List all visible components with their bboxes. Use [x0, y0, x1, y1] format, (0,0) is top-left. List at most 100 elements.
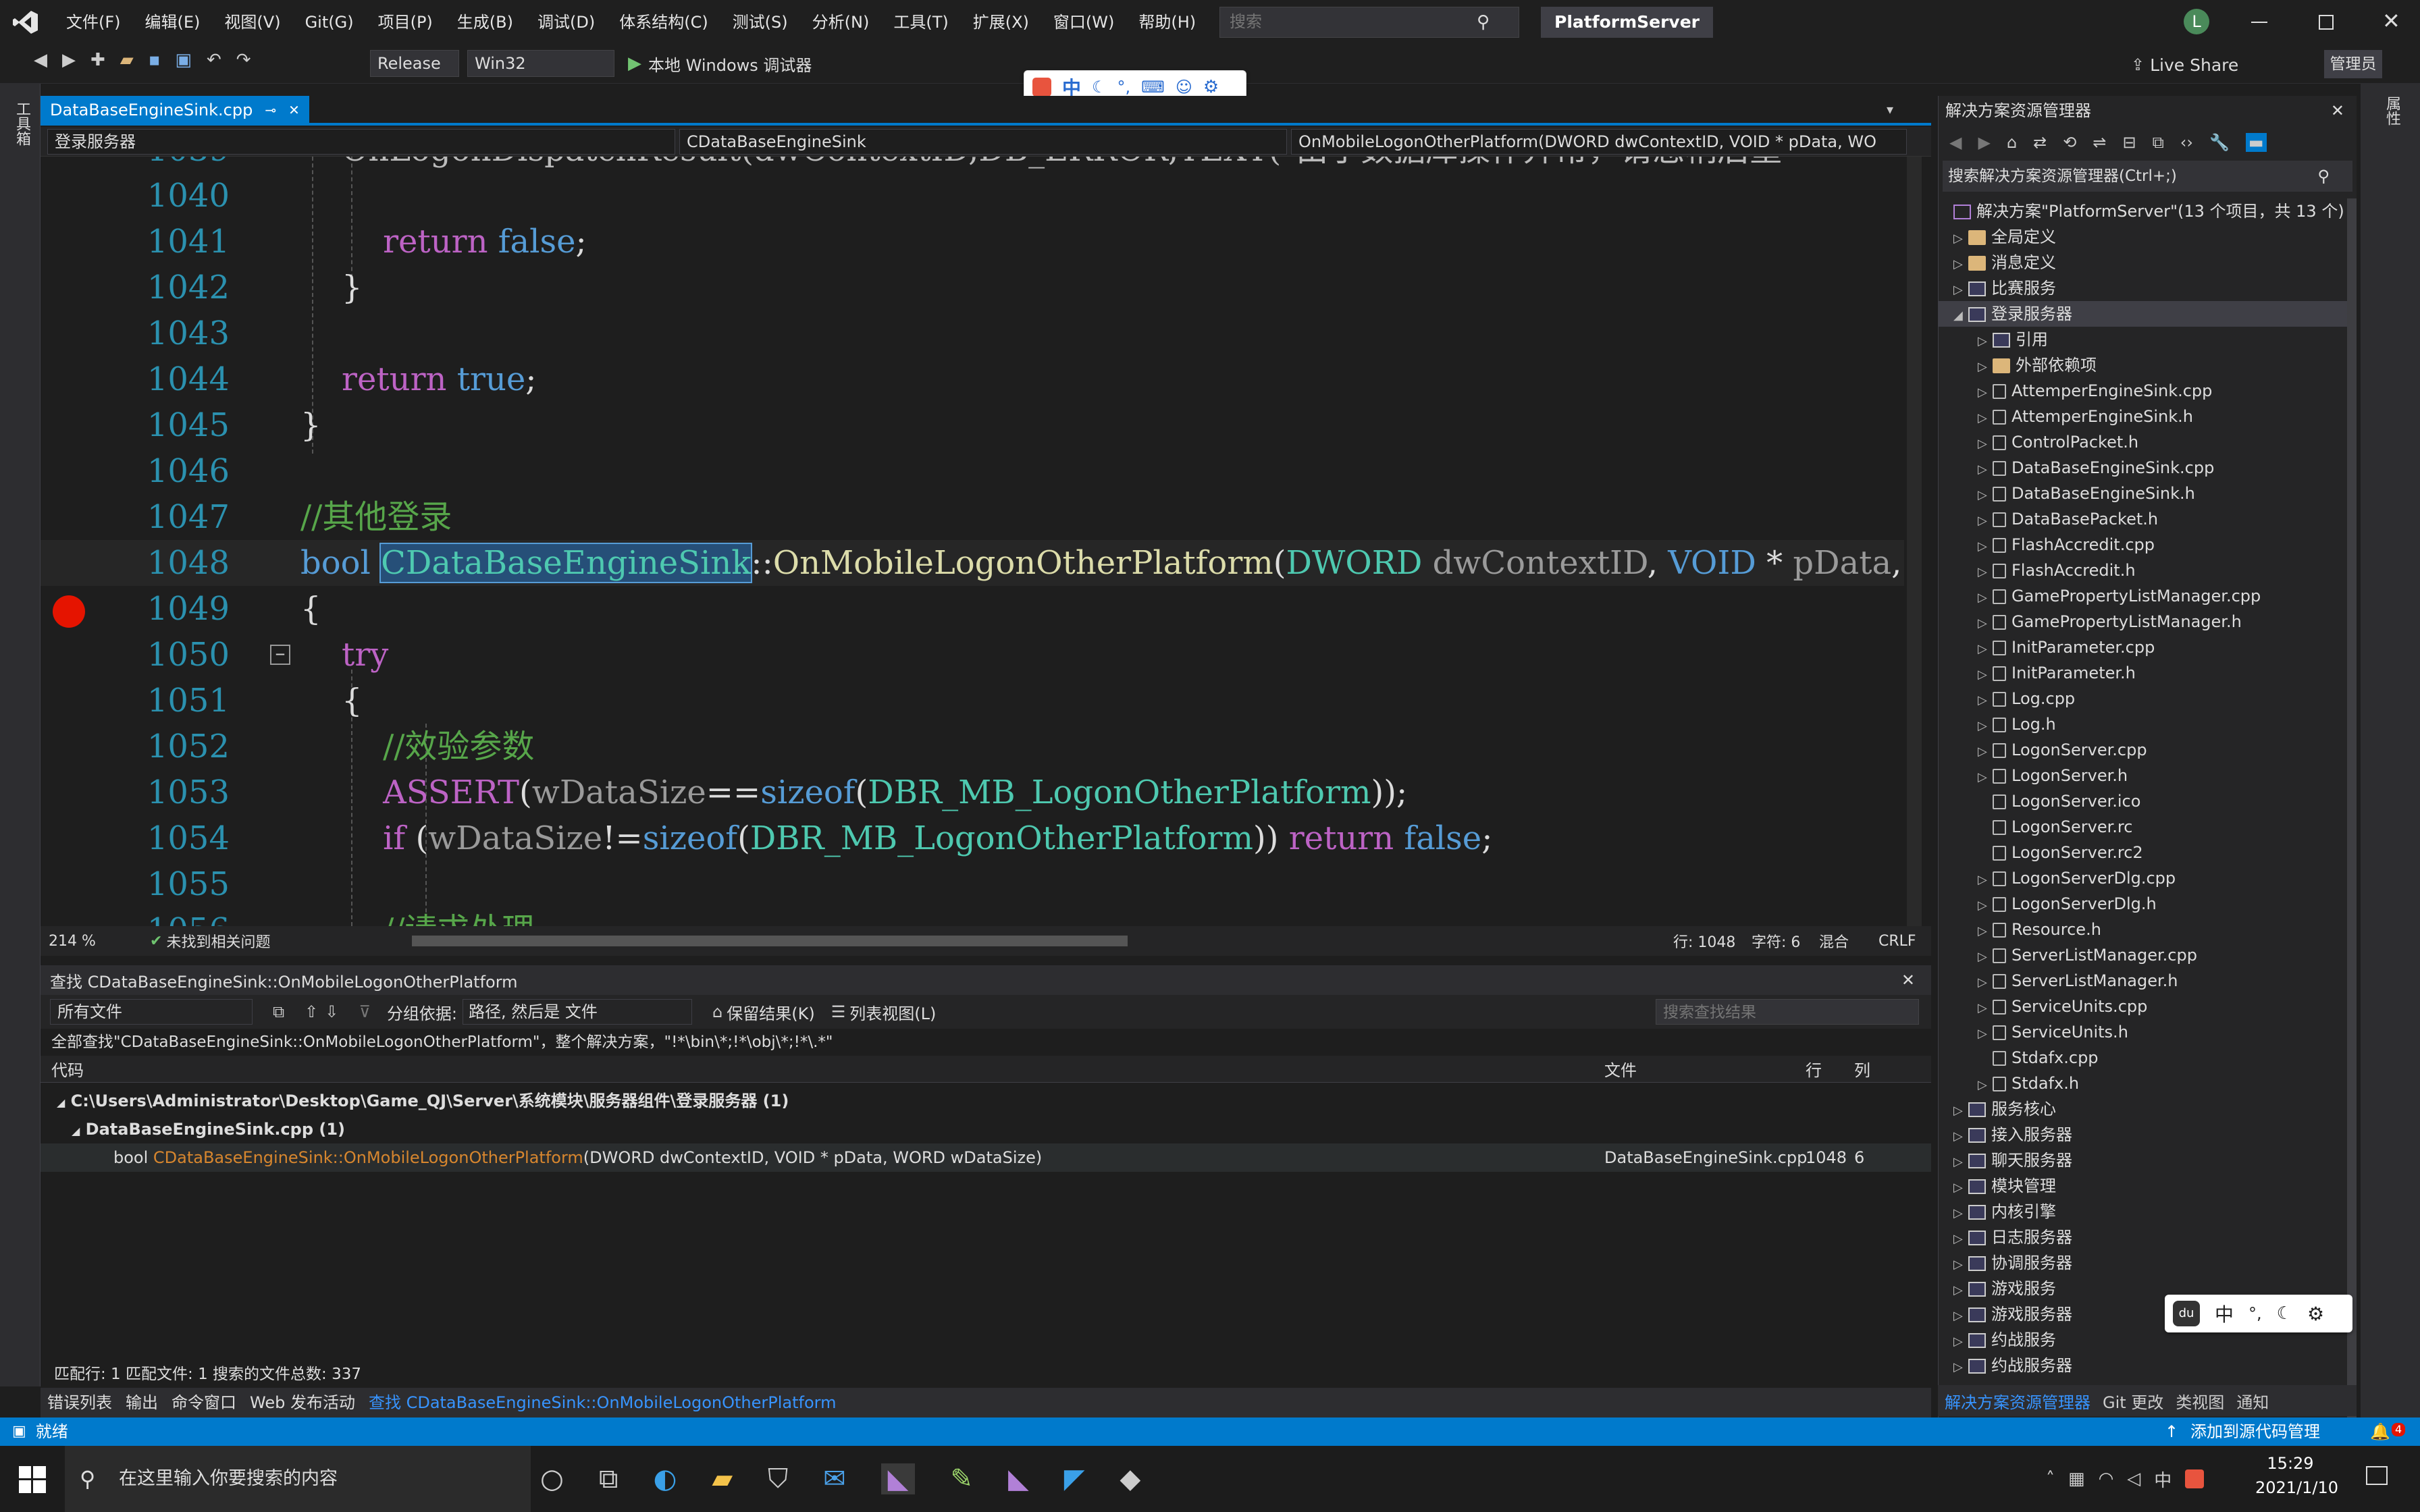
- pin-icon[interactable]: ⊸: [265, 96, 276, 124]
- tree-item[interactable]: ▷ GamePropertyListManager.cpp: [1939, 583, 2352, 609]
- expand-arrow-icon[interactable]: ▷: [1978, 534, 1993, 560]
- tree-item[interactable]: ▷ LogonServer.h: [1939, 763, 2352, 788]
- keep-results-toggle[interactable]: 保留结果(K): [727, 1000, 814, 1024]
- properties-icon[interactable]: 🔧: [2209, 133, 2230, 152]
- tree-item[interactable]: LogonServer.ico: [1939, 788, 2352, 814]
- tab-find-results[interactable]: 查找 CDataBaseEngineSink::OnMobileLogonOth…: [362, 1388, 843, 1418]
- save-icon[interactable]: ▪: [149, 50, 161, 70]
- tree-item[interactable]: ▷ Log.h: [1939, 711, 2352, 737]
- tree-item[interactable]: ▷ AttemperEngineSink.cpp: [1939, 378, 2352, 404]
- edge-icon[interactable]: ◐: [653, 1463, 677, 1494]
- expand-icon[interactable]: ⇧: [305, 1002, 318, 1021]
- panel-close-icon[interactable]: ✕: [1901, 971, 1915, 990]
- tab-databaseenginesink-cpp[interactable]: DataBaseEngineSink.cpp ⊸ ✕: [41, 96, 309, 124]
- expand-arrow-icon[interactable]: ▷: [1953, 1098, 1968, 1124]
- se-close-icon[interactable]: ✕: [2331, 96, 2344, 126]
- tab-git-changes[interactable]: Git 更改: [2103, 1389, 2163, 1413]
- vscode-icon[interactable]: ◤: [1064, 1463, 1085, 1494]
- search-icon[interactable]: ⚲: [2317, 161, 2330, 192]
- tree-item[interactable]: ▷ FlashAccredit.cpp: [1939, 532, 2352, 558]
- expand-arrow-icon[interactable]: ▷: [1953, 252, 1968, 277]
- expand-arrow-icon[interactable]: ▷: [1953, 1226, 1968, 1252]
- expand-arrow-icon[interactable]: ▷: [1978, 944, 1993, 970]
- nav-member-dropdown[interactable]: OnMobileLogonOtherPlatform(DWORD dwConte…: [1291, 129, 1907, 155]
- expand-arrow-icon[interactable]: ◢: [1953, 303, 1968, 329]
- minimize-icon[interactable]: [2251, 22, 2267, 23]
- switch-view-icon[interactable]: ⇄: [2033, 133, 2047, 152]
- settings-icon[interactable]: ⚙: [1203, 77, 1219, 97]
- cortana-icon[interactable]: ○: [540, 1463, 564, 1494]
- eol-indicator[interactable]: CRLF: [1878, 933, 1916, 950]
- tree-item[interactable]: LogonServer.rc: [1939, 814, 2352, 840]
- mail-icon[interactable]: ✉: [823, 1463, 846, 1494]
- tree-item[interactable]: ▷ DataBaseEngineSink.h: [1939, 481, 2352, 506]
- visual-studio-2-icon[interactable]: ◣: [1008, 1463, 1029, 1494]
- expand-arrow-icon[interactable]: ▷: [1953, 1303, 1968, 1329]
- expand-arrow-icon[interactable]: ▷: [1978, 1021, 1993, 1047]
- expand-arrow-icon[interactable]: ▷: [1953, 1329, 1968, 1355]
- menu-edit[interactable]: 编辑(E): [133, 0, 213, 45]
- moon-icon[interactable]: ☾: [1092, 78, 1107, 97]
- redo-icon[interactable]: ↷: [236, 50, 251, 70]
- tree-item[interactable]: ▷ ServerListManager.h: [1939, 968, 2352, 994]
- user-avatar[interactable]: L: [2184, 9, 2209, 34]
- list-view-toggle[interactable]: 列表视图(L): [849, 1000, 936, 1024]
- find-results-search[interactable]: [1656, 999, 1919, 1025]
- tree-item[interactable]: Stdafx.cpp: [1939, 1045, 2352, 1071]
- expand-arrow-icon[interactable]: ▷: [1978, 637, 1993, 662]
- tab-web-publish[interactable]: Web 发布活动: [243, 1388, 362, 1418]
- expand-arrow-icon[interactable]: ▷: [1953, 1355, 1968, 1380]
- wifi-icon[interactable]: ◠: [2099, 1469, 2114, 1489]
- tree-item[interactable]: ▷ LogonServerDlg.cpp: [1939, 865, 2352, 891]
- menu-extensions[interactable]: 扩展(X): [961, 0, 1041, 45]
- nav-class-dropdown[interactable]: CDataBaseEngineSink: [679, 129, 1287, 155]
- expand-arrow-icon[interactable]: ▷: [1978, 508, 1993, 534]
- tree-item[interactable]: ▷ ServerListManager.cpp: [1939, 942, 2352, 968]
- sync-icon[interactable]: ⇌: [2093, 133, 2106, 152]
- tree-item[interactable]: ▷ Resource.h: [1939, 917, 2352, 942]
- show-all-icon[interactable]: ⧉: [2153, 133, 2164, 152]
- tree-item[interactable]: ◢ 登录服务器: [1939, 301, 2352, 327]
- config-select[interactable]: Release: [370, 50, 459, 77]
- taskbar-clock[interactable]: 15:29 2021/1/10: [2255, 1451, 2338, 1500]
- menu-test[interactable]: 测试(S): [720, 0, 800, 45]
- menu-window[interactable]: 窗口(W): [1041, 0, 1126, 45]
- save-all-icon[interactable]: ▣: [175, 50, 192, 70]
- tray-app-icon[interactable]: ▦: [2068, 1469, 2085, 1489]
- menu-build[interactable]: 生成(B): [445, 0, 525, 45]
- tab-notifications[interactable]: 通知: [2236, 1389, 2269, 1413]
- tree-item[interactable]: ▷ 比赛服务: [1939, 275, 2352, 301]
- scope-select[interactable]: 所有文件: [50, 999, 253, 1025]
- ime-du-icon[interactable]: du: [2173, 1301, 2200, 1326]
- expand-arrow-icon[interactable]: ▷: [1978, 739, 1993, 765]
- tree-item[interactable]: ▷ 外部依赖项: [1939, 352, 2352, 378]
- tab-output[interactable]: 输出: [119, 1388, 165, 1418]
- expand-arrow-icon[interactable]: ▷: [1978, 585, 1993, 611]
- find-file-row[interactable]: ◢ DataBaseEngineSink.cpp (1): [41, 1115, 1931, 1143]
- horizontal-scrollbar[interactable]: [412, 936, 1128, 946]
- live-share-button[interactable]: ⇪ Live Share: [2131, 51, 2238, 78]
- tree-item[interactable]: ▷ GamePropertyListManager.h: [1939, 609, 2352, 634]
- tree-item[interactable]: ▷ 日志服务器: [1939, 1224, 2352, 1250]
- ime-logo-icon[interactable]: [1032, 78, 1051, 97]
- tree-item[interactable]: ▷ 接入服务器: [1939, 1122, 2352, 1148]
- ime-panel[interactable]: du 中 °, ☾ ⚙: [2165, 1295, 2352, 1332]
- tree-item[interactable]: ▷ DataBasePacket.h: [1939, 506, 2352, 532]
- tree-item[interactable]: ▷ 消息定义: [1939, 250, 2352, 275]
- expand-arrow-icon[interactable]: ▷: [1953, 1252, 1968, 1278]
- expand-arrow-icon[interactable]: ▷: [1953, 277, 1968, 303]
- keyboard-icon[interactable]: ⌨: [1141, 78, 1165, 97]
- ime-lang[interactable]: 中: [2215, 1300, 2234, 1327]
- expand-arrow-icon[interactable]: ▷: [1978, 611, 1993, 637]
- start-debug-icon[interactable]: ▶: [628, 53, 641, 74]
- explorer-icon[interactable]: ▰: [712, 1463, 733, 1494]
- tree-item[interactable]: ▷ 服务核心: [1939, 1096, 2352, 1122]
- editor-vertical-scrollbar[interactable]: [1907, 157, 1922, 926]
- back-icon[interactable]: ◀: [1949, 133, 1962, 152]
- back-icon[interactable]: ◀: [34, 50, 47, 70]
- tab-class-view[interactable]: 类视图: [2176, 1389, 2224, 1413]
- tab-overflow-icon[interactable]: ▾: [1887, 101, 1893, 117]
- menu-view[interactable]: 视图(V): [212, 0, 292, 45]
- tree-item[interactable]: ▷ ServiceUnits.cpp: [1939, 994, 2352, 1019]
- game-app-icon[interactable]: ◆: [1120, 1463, 1140, 1494]
